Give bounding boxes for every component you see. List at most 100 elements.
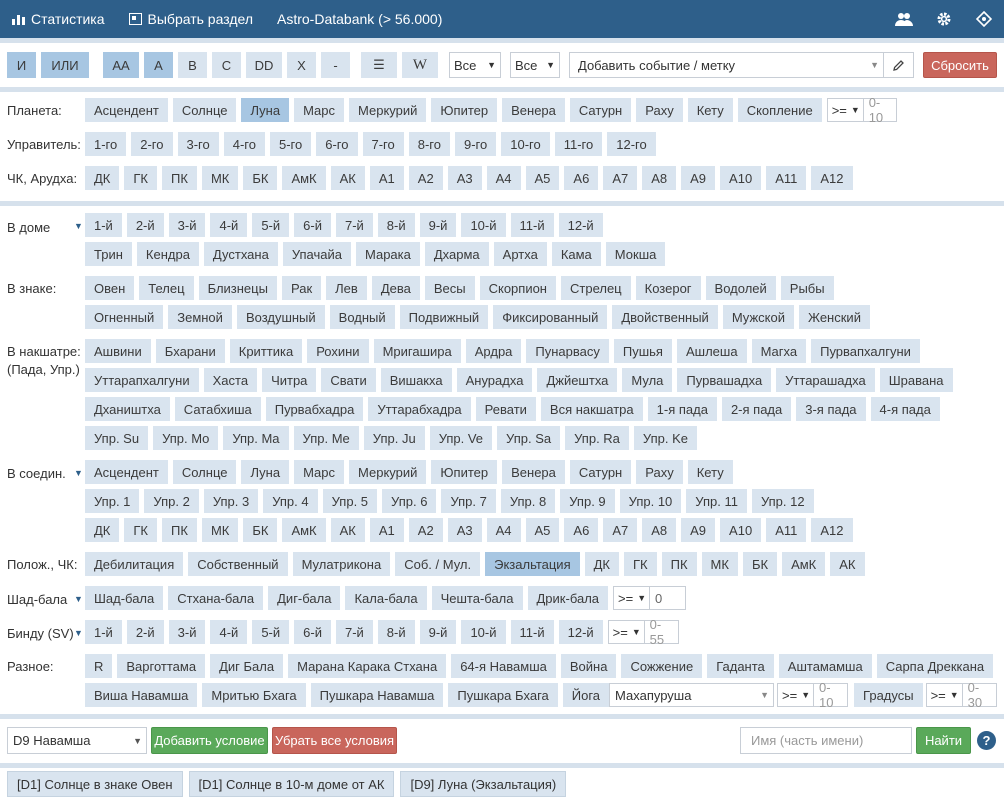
conj-ck-button-5[interactable]: БК — [243, 518, 278, 542]
sign-button-8[interactable]: Скорпион — [479, 276, 556, 300]
nakshatra-button-1[interactable]: Уттарапхалгуни — [85, 368, 199, 392]
ck-button-1[interactable]: ДК — [85, 166, 120, 190]
conj-ck-button-9[interactable]: А2 — [408, 518, 443, 542]
house-group-button-6[interactable]: Дхарма — [424, 242, 489, 266]
shad-button-4[interactable]: Кала-бала — [345, 586, 427, 610]
conj-ruler-button-3[interactable]: Упр. 3 — [203, 489, 259, 513]
ck-button-9[interactable]: А2 — [408, 166, 443, 190]
shad-button-5[interactable]: Чешта-бала — [431, 586, 523, 610]
sign-button-12[interactable]: Рыбы — [780, 276, 834, 300]
conj-planet-button-1[interactable]: Асцендент — [85, 460, 168, 484]
nakshatra-button-4[interactable]: Свати — [321, 368, 376, 392]
planet-button-11[interactable]: Скопление — [737, 98, 822, 122]
bindu-button-8[interactable]: 8-й — [377, 620, 415, 644]
ruler-button-7[interactable]: 7-го — [362, 132, 404, 156]
nakshatra-button-11[interactable]: Шравана — [879, 368, 953, 392]
filter-select-1[interactable]: Все ▼ — [449, 52, 501, 78]
conj-ck-button-7[interactable]: АК — [330, 518, 365, 542]
nakshatra-ruler-button-6[interactable]: Упр. Ve — [429, 426, 493, 450]
bindu-button-2[interactable]: 2-й — [126, 620, 164, 644]
conj-ck-button-16[interactable]: А9 — [681, 518, 716, 542]
conj-ruler-button-12[interactable]: Упр. 12 — [751, 489, 814, 513]
nakshatra-button-7[interactable]: 1-я пада — [647, 397, 717, 421]
nakshatra-button-4[interactable]: Уттарабхадра — [368, 397, 471, 421]
ck-button-12[interactable]: А5 — [525, 166, 560, 190]
misc-button-6[interactable]: Война — [560, 654, 617, 678]
nakshatra-button-2[interactable]: Сатабхиша — [174, 397, 261, 421]
sign-group-button-2[interactable]: Земной — [168, 305, 232, 329]
nakshatra-button-6[interactable]: Анурадха — [456, 368, 533, 392]
nakshatra-button-11[interactable]: Пурвапхалгуни — [811, 339, 920, 363]
conj-ck-button-18[interactable]: А11 — [766, 518, 807, 542]
position-button-1[interactable]: Дебилитация — [85, 552, 184, 576]
aa-button[interactable]: AA — [103, 52, 139, 78]
conj-planet-button-10[interactable]: Кету — [687, 460, 733, 484]
conj-ck-button-14[interactable]: А7 — [603, 518, 638, 542]
bindu-button-5[interactable]: 5-й — [252, 620, 290, 644]
find-button[interactable]: Найти — [916, 727, 971, 754]
ck-button-4[interactable]: МК — [201, 166, 239, 190]
misc-button-5[interactable]: 64-я Навамша — [451, 654, 556, 678]
conj-planet-button-2[interactable]: Солнце — [172, 460, 237, 484]
help-icon[interactable]: ? — [977, 731, 996, 750]
conj-ruler-button-11[interactable]: Упр. 11 — [686, 489, 747, 513]
ck-button-17[interactable]: А10 — [720, 166, 762, 190]
position-button-8[interactable]: ПК — [661, 552, 697, 576]
nakshatra-button-5[interactable]: Ревати — [475, 397, 536, 421]
ck-button-11[interactable]: А4 — [486, 166, 521, 190]
planet-button-3[interactable]: Луна — [241, 98, 290, 122]
conj-ruler-button-4[interactable]: Упр. 4 — [263, 489, 318, 513]
misc-button-4[interactable]: Пушкара Бхага — [448, 683, 558, 707]
dd-button[interactable]: DD — [246, 52, 282, 78]
bindu-range-input[interactable]: 0-55 — [643, 617, 679, 647]
nakshatra-button-10[interactable]: Уттарашадха — [776, 368, 875, 392]
conj-planet-button-5[interactable]: Меркурий — [349, 460, 427, 484]
house-button-11[interactable]: 11-й — [510, 213, 554, 237]
ruler-button-1[interactable]: 1-го — [85, 132, 127, 156]
yoga-select[interactable]: Махапуруша ▼ — [609, 683, 775, 707]
conj-ck-button-11[interactable]: А4 — [486, 518, 521, 542]
house-button-10[interactable]: 10-й — [461, 213, 506, 237]
house-group-button-4[interactable]: Упачайа — [282, 242, 351, 266]
misc-button-5[interactable]: Йога — [562, 683, 610, 707]
list-button[interactable]: ☰ — [361, 52, 397, 78]
misc-button-3[interactable]: Пушкара Навамша — [310, 683, 444, 707]
house-group-button-3[interactable]: Дустхана — [203, 242, 278, 266]
bindu-button-11[interactable]: 11-й — [510, 620, 554, 644]
conj-ruler-button-2[interactable]: Упр. 2 — [144, 489, 199, 513]
w-button[interactable]: W — [402, 52, 438, 78]
nakshatra-button-2[interactable]: Хаста — [203, 368, 258, 392]
a-button[interactable]: A — [144, 52, 173, 78]
conj-ruler-button-9[interactable]: Упр. 9 — [560, 489, 615, 513]
nakshatra-button-3[interactable]: Пурвабхадра — [265, 397, 364, 421]
nakshatra-button-7[interactable]: Джйештха — [537, 368, 618, 392]
conj-ck-button-17[interactable]: А10 — [720, 518, 762, 542]
misc-button-1[interactable]: R — [85, 654, 113, 678]
nakshatra-ruler-button-1[interactable]: Упр. Su — [85, 426, 149, 450]
house-button-3[interactable]: 3-й — [168, 213, 206, 237]
nakshatra-button-8[interactable]: Пушья — [613, 339, 672, 363]
sign-button-2[interactable]: Телец — [139, 276, 194, 300]
planet-button-7[interactable]: Венера — [502, 98, 565, 122]
conj-planet-button-7[interactable]: Венера — [502, 460, 565, 484]
nakshatra-button-4[interactable]: Рохини — [307, 339, 369, 363]
b-button[interactable]: B — [178, 52, 207, 78]
stats-menu[interactable]: Статистика — [0, 0, 117, 38]
edit-button[interactable] — [883, 52, 914, 78]
sign-button-9[interactable]: Стрелец — [561, 276, 631, 300]
nakshatra-ruler-button-4[interactable]: Упр. Me — [293, 426, 359, 450]
shad-button-1[interactable]: Шад-бала — [85, 586, 164, 610]
misc-button-4[interactable]: Марана Карака Стхана — [288, 654, 447, 678]
house-group-button-5[interactable]: Марака — [355, 242, 420, 266]
sign-group-button-5[interactable]: Подвижный — [399, 305, 489, 329]
planet-op-select[interactable]: >= ▼ — [826, 98, 864, 122]
diamond-icon[interactable] — [964, 0, 1004, 38]
x-button[interactable]: X — [287, 52, 316, 78]
position-button-9[interactable]: МК — [701, 552, 738, 576]
nakshatra-button-8[interactable]: 2-я пада — [721, 397, 792, 421]
ruler-button-4[interactable]: 4-го — [223, 132, 265, 156]
conj-ruler-button-8[interactable]: Упр. 8 — [500, 489, 556, 513]
gear-icon[interactable] — [924, 0, 964, 38]
ck-button-13[interactable]: А6 — [564, 166, 599, 190]
conj-planet-button-9[interactable]: Раху — [636, 460, 683, 484]
